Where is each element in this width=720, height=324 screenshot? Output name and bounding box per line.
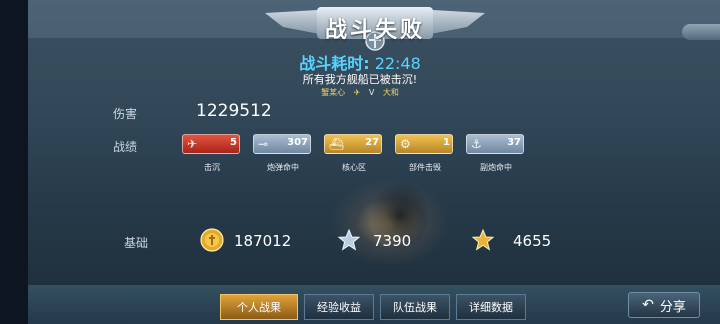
- player-name: 蟹某心: [321, 88, 346, 97]
- shell-hit-icon: ⊸: [258, 137, 269, 151]
- badge-sink[interactable]: ✈ 5: [182, 134, 240, 154]
- matchup-row: 蟹某心 ✈ V 大和: [0, 87, 720, 98]
- silver-star-value: 7390: [373, 232, 412, 250]
- base-label: 基础: [124, 236, 149, 250]
- badge-shell-hit[interactable]: ⊸ 307: [253, 134, 311, 154]
- gold-star-icon: [471, 228, 495, 251]
- result-message: 所有我方舰船已被击沉!: [302, 73, 418, 86]
- corner-tab[interactable]: [682, 24, 720, 40]
- result-tabs: 个人战果 经验收益 队伍战果 详细数据: [220, 294, 526, 320]
- tab-team-results[interactable]: 队伍战果: [380, 294, 450, 320]
- badge-secondary-gun[interactable]: ⚓ 37: [466, 134, 524, 154]
- badge-caption: 核心区: [342, 163, 366, 172]
- gold-star-value: 4655: [513, 232, 552, 250]
- badge-part-destroy[interactable]: ⚙ 1: [395, 134, 453, 154]
- defeat-banner: 战斗失败: [265, 3, 485, 51]
- badge-count: 307: [287, 137, 308, 148]
- battle-result-title: 战斗失败: [324, 18, 425, 43]
- badge-count: 37: [507, 137, 521, 148]
- left-edge-bar: [0, 0, 28, 324]
- enemy-name: 大和: [382, 88, 399, 97]
- badge-caption: 副炮命中: [480, 163, 512, 172]
- vs-text: V: [368, 88, 375, 97]
- tab-detailed-data[interactable]: 详细数据: [456, 294, 526, 320]
- tab-experience-gains[interactable]: 经验收益: [304, 294, 374, 320]
- core-zone-icon: ⛴: [329, 137, 345, 151]
- gold-coin-icon: [200, 228, 224, 252]
- badge-count: 5: [230, 137, 237, 148]
- badge-caption: 部件击毁: [409, 163, 441, 172]
- silver-star-icon: [337, 228, 361, 251]
- badge-count: 27: [365, 137, 379, 148]
- badge-caption: 炮弹命中: [267, 163, 299, 172]
- damage-value: 1229512: [196, 101, 272, 121]
- damage-label: 伤害: [113, 107, 138, 121]
- badge-core-zone[interactable]: ⛴ 27: [324, 134, 382, 154]
- gold-value: 187012: [234, 232, 292, 250]
- badge-count: 1: [443, 137, 450, 148]
- share-arrow-icon: ↶: [642, 297, 654, 313]
- secondary-gun-icon: ⚓: [471, 137, 482, 151]
- badge-caption: 击沉: [204, 163, 220, 172]
- record-label: 战绩: [113, 140, 138, 154]
- tab-personal-results[interactable]: 个人战果: [220, 294, 298, 320]
- part-destroy-icon: ⚙: [400, 137, 411, 151]
- player-ship-icon: ✈: [353, 88, 361, 97]
- share-button[interactable]: ↶ 分享: [628, 292, 700, 318]
- sink-icon: ✈: [187, 137, 198, 151]
- share-label: 分享: [659, 299, 686, 315]
